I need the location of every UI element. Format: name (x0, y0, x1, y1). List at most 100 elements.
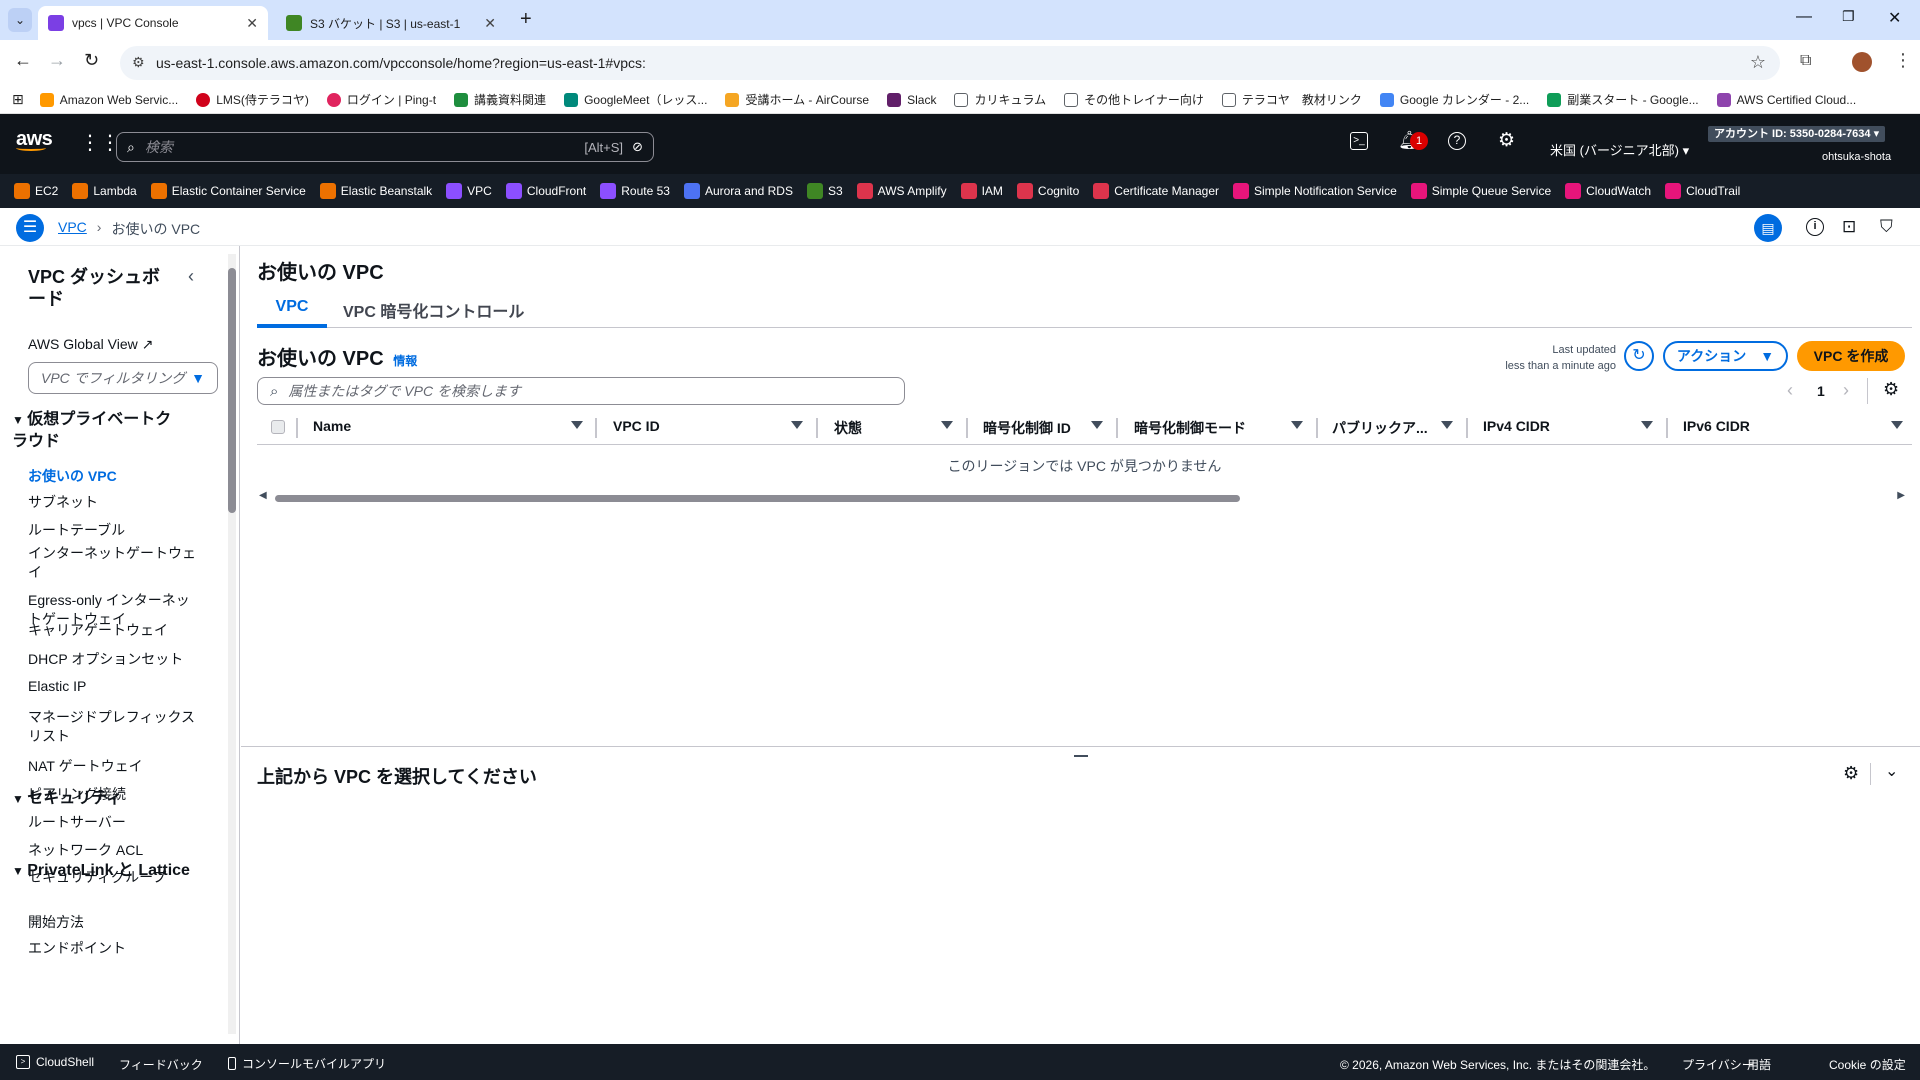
column-separator[interactable] (1666, 418, 1668, 438)
cloudshell-icon[interactable]: >_ (1350, 132, 1368, 150)
split-panel-resize-handle[interactable] (1074, 755, 1088, 757)
sort-caret-icon[interactable] (1291, 421, 1303, 429)
profile-avatar[interactable] (1852, 52, 1872, 72)
footer-feedback-link[interactable]: フィードバック (119, 1056, 203, 1073)
service-shortcut[interactable]: Lambda (72, 183, 137, 199)
browser-tab-vpc-console[interactable]: vpcs | VPC Console ✕ (38, 6, 268, 40)
column-separator[interactable] (1316, 418, 1318, 438)
tab-search-button[interactable]: ⌄ (8, 8, 32, 32)
footer-mobile-app-link[interactable]: コンソールモバイルアプリ (228, 1055, 386, 1072)
refresh-button[interactable]: ↻ (1624, 341, 1654, 371)
column-header[interactable]: 暗号化制御モード (1134, 418, 1246, 438)
back-arrow-icon[interactable]: ← (14, 50, 32, 71)
sidebar-item-active[interactable]: お使いの VPC (28, 467, 208, 486)
footer-terms-link[interactable]: 用語 (1747, 1056, 1771, 1073)
service-shortcut[interactable]: Simple Queue Service (1410, 183, 1551, 199)
vpc-filter-select[interactable]: VPC でフィルタリング ▼ (28, 362, 218, 394)
sidebar-item[interactable]: サブネット (28, 493, 208, 512)
create-vpc-button[interactable]: VPC を作成 (1797, 341, 1905, 371)
service-shortcut[interactable]: Elastic Container Service (150, 183, 306, 199)
column-header[interactable]: IPv4 CIDR (1483, 418, 1550, 434)
column-header[interactable]: Name (313, 418, 351, 434)
bookmark-item[interactable]: LMS(侍テラコヤ) (196, 91, 309, 108)
select-all-checkbox[interactable] (271, 420, 285, 434)
sidebar-item[interactable]: キャリアゲートウェイ (28, 621, 208, 640)
sidebar-item[interactable]: ルートサーバー (28, 813, 208, 832)
site-info-icon[interactable]: ⚙ (132, 54, 145, 71)
hamburger-menu-icon[interactable]: ☰ (16, 214, 44, 242)
bookmark-item[interactable]: ログイン | Ping-t (326, 91, 436, 108)
browser-menu-icon[interactable]: ⋮ (1894, 50, 1912, 71)
horizontal-scrollbar-thumb[interactable] (275, 495, 1240, 502)
footer-privacy-link[interactable]: プライバシー (1682, 1056, 1754, 1073)
sidebar-item[interactable]: 開始方法 (28, 913, 208, 932)
sidebar-item[interactable]: ネットワーク ACL (28, 841, 208, 860)
service-shortcut[interactable]: Cognito (1016, 183, 1079, 199)
tab-vpc[interactable]: VPC (257, 292, 327, 328)
service-shortcut[interactable]: Aurora and RDS (683, 183, 793, 199)
close-tab-icon[interactable]: ✕ (246, 15, 258, 32)
aws-logo[interactable]: aws (16, 128, 53, 151)
bookmark-item[interactable]: Slack (887, 92, 936, 107)
global-view-link[interactable]: AWS Global View ↗ (28, 336, 153, 353)
sort-caret-icon[interactable] (571, 421, 583, 429)
bookmark-folder[interactable]: テラコヤ 教材リンク (1221, 91, 1362, 108)
reload-icon[interactable]: ↻ (84, 50, 99, 71)
service-shortcut[interactable]: Elastic Beanstalk (319, 183, 432, 199)
column-separator[interactable] (816, 418, 818, 438)
bookmark-folder[interactable]: カリキュラム (954, 91, 1046, 108)
sidebar-scrollbar-thumb[interactable] (228, 268, 236, 513)
bookmark-item[interactable]: Amazon Web Servic... (39, 92, 178, 107)
breadcrumb-vpc-link[interactable]: VPC (58, 219, 87, 239)
column-separator[interactable] (1116, 418, 1118, 438)
sidebar-item[interactable]: Elastic IP (28, 677, 208, 696)
column-separator[interactable] (296, 418, 298, 438)
service-shortcut[interactable]: VPC (446, 183, 492, 199)
account-id-badge[interactable]: アカウント ID: 5350-0284-7634 ▾ (1708, 126, 1886, 142)
bookmark-item[interactable]: 受講ホーム - AirCourse (725, 91, 869, 108)
sidebar-item[interactable]: DHCP オプションセット (28, 650, 208, 669)
scroll-left-icon[interactable]: ◀ (259, 490, 267, 501)
sidebar-section-header[interactable]: ▼ セキュリティ (12, 788, 202, 810)
sort-caret-icon[interactable] (941, 421, 953, 429)
tab-vpc-encryption-controls[interactable]: VPC 暗号化コントロール (343, 292, 524, 328)
info-icon[interactable]: i (1806, 218, 1824, 236)
column-header[interactable]: 状態 (834, 418, 862, 438)
split-panel-settings-gear-icon[interactable]: ⚙ (1843, 763, 1859, 784)
sidebar-item[interactable]: エンドポイント (28, 939, 208, 958)
column-header[interactable]: パブリックア... (1332, 418, 1428, 438)
column-separator[interactable] (966, 418, 968, 438)
bookmark-item[interactable]: 講義資料関連 (454, 91, 546, 108)
sidebar-item[interactable]: NAT ゲートウェイ (28, 757, 208, 776)
layout-panel-icon[interactable]: ▤ (1754, 214, 1782, 242)
footer-cookie-link[interactable]: Cookie の設定 (1829, 1056, 1906, 1073)
minimize-window-button[interactable]: — (1796, 8, 1812, 26)
sort-caret-icon[interactable] (1891, 421, 1903, 429)
scroll-right-icon[interactable]: ▶ (1897, 490, 1905, 501)
service-shortcut[interactable]: IAM (960, 183, 1003, 199)
close-window-button[interactable]: ✕ (1888, 8, 1901, 28)
new-tab-button[interactable]: + (520, 8, 532, 31)
bookmark-item[interactable]: AWS Certified Cloud... (1716, 92, 1856, 107)
bookmark-item[interactable]: Google カレンダー - 2... (1379, 91, 1529, 108)
service-shortcut[interactable]: Route 53 (600, 183, 670, 199)
sidebar-section-header[interactable]: ▼ PrivateLink と Lattice (12, 860, 202, 882)
sort-caret-icon[interactable] (1091, 421, 1103, 429)
account-username[interactable]: ohtsuka-shota (1822, 151, 1891, 163)
service-shortcut[interactable]: CloudWatch (1565, 183, 1651, 199)
bookmark-star-icon[interactable]: ☆ (1750, 52, 1766, 73)
service-shortcut[interactable]: Simple Notification Service (1233, 183, 1397, 199)
actions-dropdown-button[interactable]: アクション ▼ (1663, 341, 1788, 371)
bookmark-item[interactable]: GoogleMeet（レッス... (564, 91, 707, 108)
address-bar[interactable]: ⚙ us-east-1.console.aws.amazon.com/vpcco… (120, 46, 1780, 80)
column-header[interactable]: VPC ID (613, 418, 660, 434)
services-grid-icon[interactable]: ⋮⋮ (80, 130, 120, 155)
sort-caret-icon[interactable] (1641, 421, 1653, 429)
help-icon[interactable]: ? (1448, 132, 1466, 150)
horizontal-scrollbar[interactable]: ◀ ▶ (257, 490, 1907, 504)
service-shortcut[interactable]: S3 (806, 183, 843, 199)
footer-cloudshell-link[interactable]: > CloudShell (16, 1055, 94, 1069)
vpc-search-input[interactable]: ⌕ 属性またはタグで VPC を検索します (257, 377, 905, 405)
tutorial-icon[interactable]: ⊡ (1842, 217, 1856, 237)
column-separator[interactable] (1466, 418, 1468, 438)
